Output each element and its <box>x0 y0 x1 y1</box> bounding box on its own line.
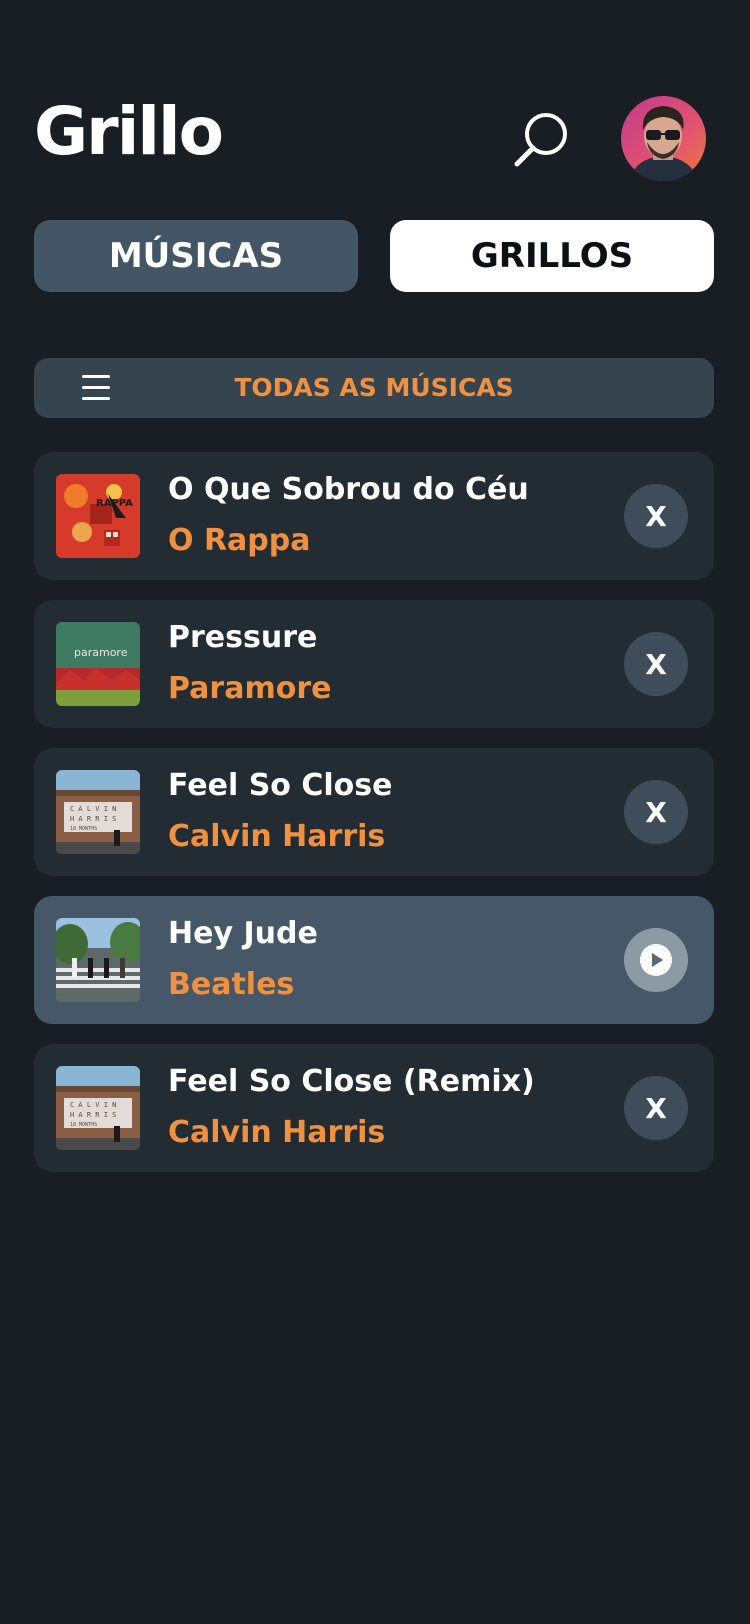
album-cover: paramore <box>56 622 140 706</box>
song-title: Hey Jude <box>168 916 318 951</box>
filter-label: TODAS AS MÚSICAS <box>234 373 514 402</box>
svg-text:C A L V I N: C A L V I N <box>70 805 116 813</box>
song-title: Feel So Close <box>168 768 393 803</box>
filter-dropdown[interactable]: TODAS AS MÚSICAS <box>34 358 714 418</box>
song-row[interactable]: C A L V I N H A R R I S 18 MONTHS Feel S… <box>34 748 714 876</box>
svg-text:18 MONTHS: 18 MONTHS <box>70 1122 97 1128</box>
song-artist: O Rappa <box>168 523 311 558</box>
remove-label: X <box>645 647 667 681</box>
search-button[interactable] <box>506 104 578 176</box>
svg-text:paramore: paramore <box>74 646 128 659</box>
song-title: Feel So Close (Remix) <box>168 1064 535 1099</box>
remove-button[interactable]: X <box>624 632 688 696</box>
play-button[interactable] <box>624 928 688 992</box>
song-title: O Que Sobrou do Céu <box>168 472 529 507</box>
song-row[interactable]: RAPPA O Que Sobrou do Céu O Rappa X <box>34 452 714 580</box>
tab-grillos[interactable]: GRILLOS <box>390 220 714 292</box>
svg-text:RAPPA: RAPPA <box>96 498 133 509</box>
album-cover: C A L V I N H A R R I S 18 MONTHS <box>56 1066 140 1150</box>
remove-button[interactable]: X <box>624 484 688 548</box>
remove-button[interactable]: X <box>624 1076 688 1140</box>
remove-label: X <box>645 795 667 829</box>
menu-icon[interactable] <box>82 375 110 401</box>
song-artist: Calvin Harris <box>168 819 386 854</box>
avatar[interactable] <box>621 96 706 181</box>
song-artist: Calvin Harris <box>168 1115 386 1150</box>
song-list: RAPPA O Que Sobrou do Céu O Rappa X para… <box>34 452 714 1192</box>
svg-text:H A R R I S: H A R R I S <box>70 815 116 823</box>
svg-text:H A R R I S: H A R R I S <box>70 1111 116 1119</box>
album-cover: RAPPA <box>56 474 140 558</box>
svg-text:18 MONTHS: 18 MONTHS <box>70 826 97 832</box>
song-row[interactable]: paramore Pressure Paramore X <box>34 600 714 728</box>
svg-text:C A L V I N: C A L V I N <box>70 1101 116 1109</box>
song-row[interactable]: C A L V I N H A R R I S 18 MONTHS Feel S… <box>34 1044 714 1172</box>
song-artist: Beatles <box>168 967 295 1002</box>
song-title: Pressure <box>168 620 318 655</box>
song-row[interactable]: Hey Jude Beatles <box>34 896 714 1024</box>
user-avatar <box>621 96 706 181</box>
app-title: Grillo <box>34 93 224 170</box>
remove-label: X <box>645 499 667 533</box>
song-artist: Paramore <box>168 671 332 706</box>
search-icon <box>514 113 567 167</box>
play-icon <box>640 944 672 976</box>
remove-button[interactable]: X <box>624 780 688 844</box>
album-cover <box>56 918 140 1002</box>
tab-musicas[interactable]: MÚSICAS <box>34 220 358 292</box>
album-cover: C A L V I N H A R R I S 18 MONTHS <box>56 770 140 854</box>
remove-label: X <box>645 1091 667 1125</box>
